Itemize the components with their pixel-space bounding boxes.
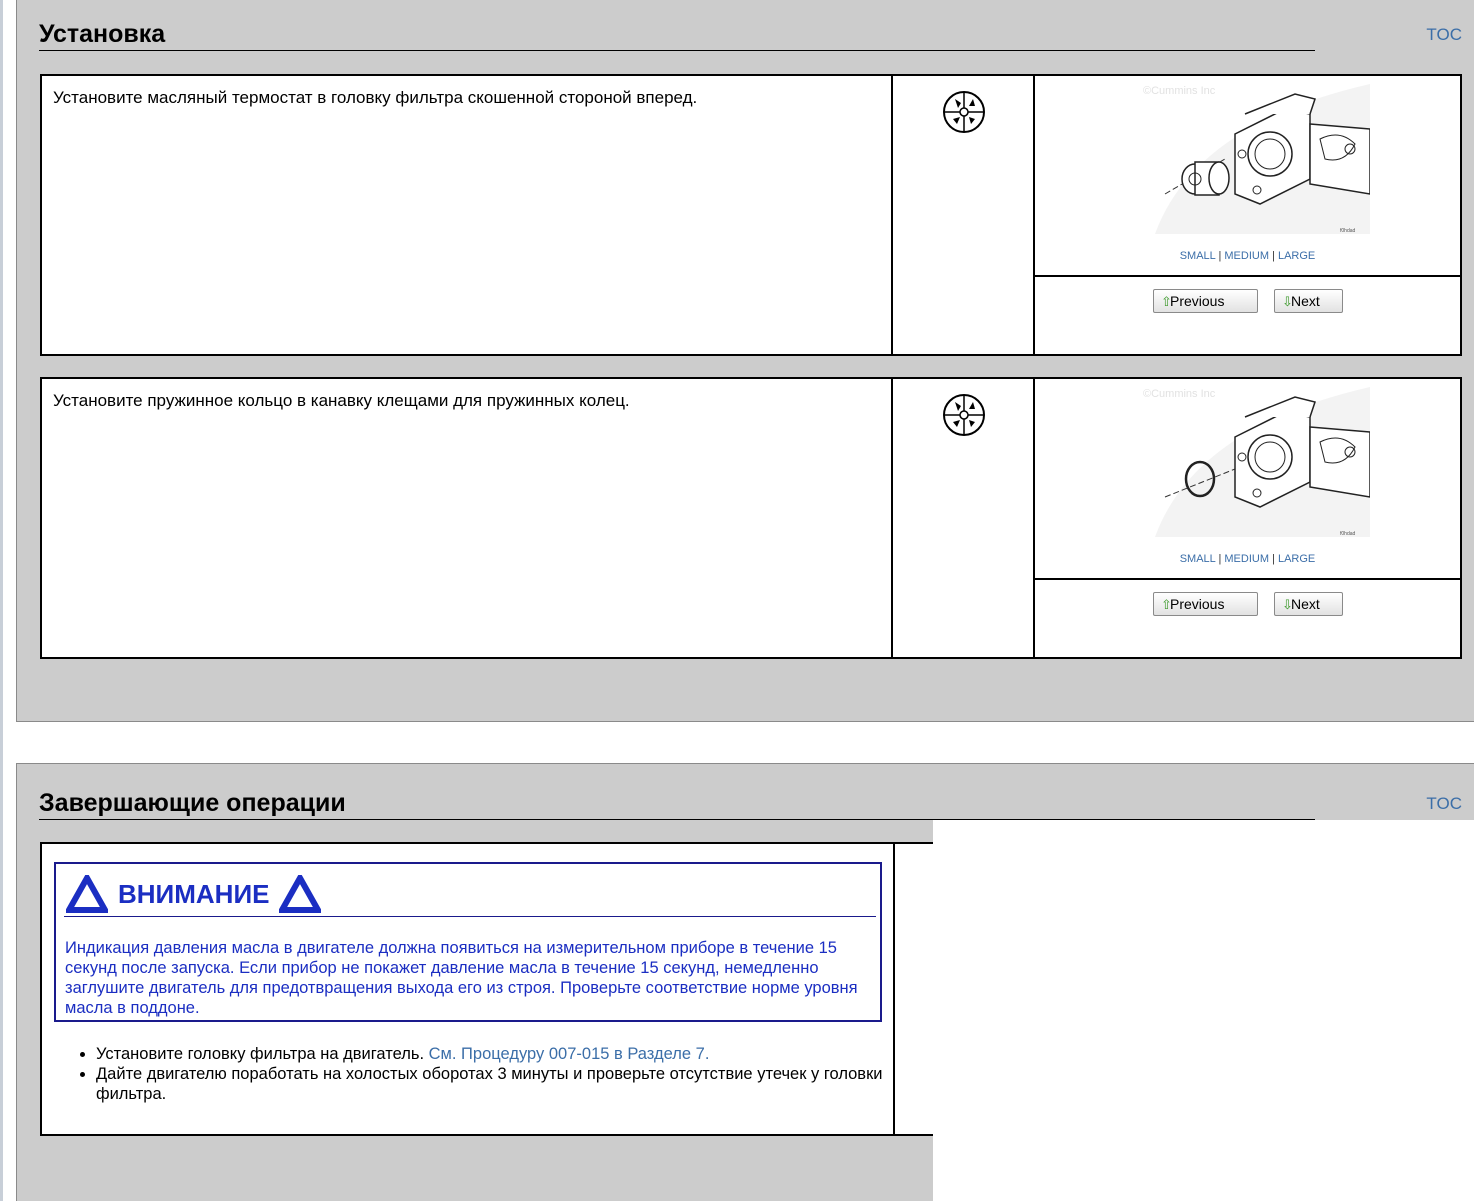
size-separator: | bbox=[1272, 250, 1275, 262]
list-item: Установите головку фильтра на двигатель.… bbox=[96, 1044, 916, 1064]
list-item-text: Дайте двигателю поработать на холостых о… bbox=[96, 1065, 883, 1103]
next-label: Next bbox=[1291, 596, 1320, 612]
figure-area: ©Cummins Inc f0hdad SMALL | MEDIUM | LAR… bbox=[1035, 76, 1460, 277]
step-icon-cell bbox=[893, 76, 1035, 354]
tools-icon bbox=[943, 91, 985, 133]
section-title: Завершающие операции bbox=[39, 789, 346, 817]
caution-box: ВНИМАНИЕ Индикация давления масла в двиг… bbox=[54, 862, 882, 1022]
step-row: Установите пружинное кольцо в канавку кл… bbox=[40, 377, 1462, 659]
instruction-list: Установите головку фильтра на двигатель.… bbox=[58, 1044, 916, 1104]
step-text-cell: Установите масляный термостат в головку … bbox=[42, 76, 893, 354]
list-item-text: Установите головку фильтра на двигатель. bbox=[96, 1045, 429, 1063]
figure-size-links: SMALL | MEDIUM | LARGE bbox=[1035, 250, 1460, 262]
left-border bbox=[0, 0, 3, 1201]
size-separator: | bbox=[1272, 553, 1275, 565]
procedure-link[interactable]: См. Процедуру 007-015 в Разделе 7. bbox=[429, 1045, 710, 1063]
next-button[interactable]: ⇩ Next bbox=[1274, 289, 1343, 313]
size-separator: | bbox=[1218, 250, 1222, 262]
arrow-up-icon: ⇧ bbox=[1161, 597, 1172, 612]
size-large-link[interactable]: LARGE bbox=[1278, 250, 1315, 262]
list-item: Дайте двигателю поработать на холостых о… bbox=[96, 1064, 916, 1104]
arrow-down-icon: ⇩ bbox=[1282, 294, 1293, 309]
previous-label: Previous bbox=[1170, 596, 1225, 612]
figure-code: f0hdad bbox=[1340, 531, 1356, 537]
caution-rule bbox=[64, 916, 876, 917]
figure-area: ©Cummins Inc f0hdad SMALL | MEDIUM | LAR… bbox=[1035, 379, 1460, 580]
step-text: Установите пружинное кольцо в канавку кл… bbox=[53, 391, 630, 410]
step-text: Установите масляный термостат в головку … bbox=[53, 88, 698, 107]
caution-title: ВНИМАНИЕ bbox=[118, 878, 270, 909]
figure-cell: ©Cummins Inc f0hdad SMALL | MEDIUM | LAR… bbox=[1035, 76, 1460, 354]
title-underline bbox=[39, 50, 1315, 51]
warning-triangle-icon bbox=[66, 875, 108, 913]
step-icon-cell bbox=[893, 379, 1035, 657]
next-button[interactable]: ⇩ Next bbox=[1274, 592, 1343, 616]
previous-button[interactable]: ⇧ Previous bbox=[1153, 592, 1258, 616]
step-row: Установите масляный термостат в головку … bbox=[40, 74, 1462, 356]
section-installation: Установка TOC Установите масляный термос… bbox=[16, 0, 1474, 722]
step-text-cell: Установите пружинное кольцо в канавку кл… bbox=[42, 379, 893, 657]
tools-icon bbox=[943, 394, 985, 436]
figure-copyright: ©Cummins Inc bbox=[1143, 388, 1216, 400]
section-title: Установка bbox=[39, 20, 166, 48]
arrow-down-icon: ⇩ bbox=[1282, 597, 1293, 612]
size-separator: | bbox=[1218, 553, 1222, 565]
previous-label: Previous bbox=[1170, 293, 1225, 309]
size-large-link[interactable]: LARGE bbox=[1278, 553, 1315, 565]
unrendered-area bbox=[933, 820, 1474, 1201]
caution-header: ВНИМАНИЕ bbox=[66, 874, 322, 914]
toc-link[interactable]: TOC bbox=[1426, 794, 1462, 814]
size-small-link[interactable]: SMALL bbox=[1180, 553, 1216, 565]
next-label: Next bbox=[1291, 293, 1320, 309]
snap-ring-diagram[interactable]: ©Cummins Inc f0hdad bbox=[1135, 387, 1370, 547]
figure-cell: ©Cummins Inc f0hdad SMALL | MEDIUM | LAR… bbox=[1035, 379, 1460, 657]
caution-text: Индикация давления масла в двигателе дол… bbox=[65, 939, 858, 1017]
figure-copyright: ©Cummins Inc bbox=[1143, 85, 1216, 97]
size-medium-link[interactable]: MEDIUM bbox=[1224, 553, 1269, 565]
figure-code: f0hdad bbox=[1340, 228, 1356, 234]
size-medium-link[interactable]: MEDIUM bbox=[1224, 250, 1269, 262]
previous-button[interactable]: ⇧ Previous bbox=[1153, 289, 1258, 313]
size-small-link[interactable]: SMALL bbox=[1180, 250, 1216, 262]
figure-size-links: SMALL | MEDIUM | LARGE bbox=[1035, 553, 1460, 565]
toc-link[interactable]: TOC bbox=[1426, 25, 1462, 45]
thermostat-diagram[interactable]: ©Cummins Inc f0hdad bbox=[1135, 84, 1370, 244]
arrow-up-icon: ⇧ bbox=[1161, 294, 1172, 309]
warning-triangle-icon bbox=[279, 875, 322, 913]
